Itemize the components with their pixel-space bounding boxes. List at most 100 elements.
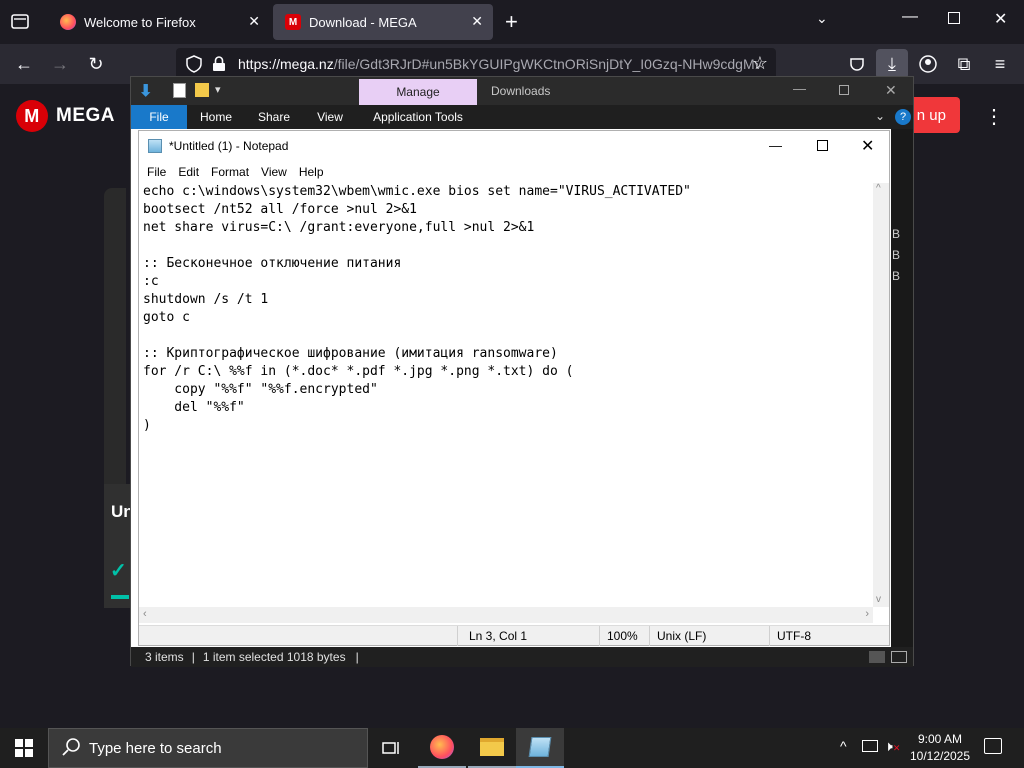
scroll-left-icon[interactable]: ‹	[143, 608, 147, 620]
status-selection: 1 item selected 1018 bytes	[202, 650, 346, 664]
new-folder-icon[interactable]	[195, 83, 209, 97]
notepad-statusbar: Ln 3, Col 1 100% Unix (LF) UTF-8	[139, 625, 889, 646]
firefox-icon	[60, 14, 76, 30]
network-icon[interactable]	[862, 740, 878, 752]
scroll-down-icon[interactable]: v	[876, 594, 881, 605]
forward-arrow-icon[interactable]: →	[46, 50, 74, 78]
notepad-app-icon	[148, 139, 162, 153]
explorer-maximize-icon[interactable]	[839, 85, 849, 95]
notepad-text-area[interactable]: echo c:\windows\system32\wbem\wmic.exe b…	[143, 183, 873, 607]
explorer-minimize-icon[interactable]: —	[793, 81, 806, 96]
notifications-icon[interactable]	[984, 738, 1002, 754]
close-window-icon[interactable]: ✕	[994, 9, 1007, 29]
mega-logo-icon: M	[16, 100, 48, 132]
account-icon[interactable]	[914, 50, 942, 78]
properties-icon[interactable]	[173, 83, 186, 98]
tracking-shield-icon[interactable]	[186, 55, 202, 76]
vertical-scrollbar[interactable]: ^ v	[873, 183, 889, 607]
mega-favicon-icon: M	[285, 14, 301, 30]
encoding: UTF-8	[777, 629, 811, 643]
ribbon-tab-view[interactable]: View	[309, 105, 351, 129]
explorer-ribbon: File Home Share View Application Tools ⌄…	[131, 105, 913, 129]
task-view-icon[interactable]	[368, 728, 416, 768]
extensions-icon[interactable]: ⧉	[950, 50, 978, 78]
status-divider	[599, 626, 600, 646]
horizontal-scrollbar[interactable]: ‹ ›	[139, 607, 873, 623]
close-tab-icon[interactable]: ✕	[248, 13, 260, 30]
cursor-position: Ln 3, Col 1	[469, 629, 528, 643]
close-tab-icon[interactable]: ✕	[471, 13, 483, 30]
clock-date: 10/12/2025	[909, 749, 971, 763]
menu-edit[interactable]: Edit	[178, 165, 199, 179]
status-separator: |	[355, 650, 359, 664]
status-divider	[457, 626, 458, 646]
notepad-taskbar-icon[interactable]	[516, 728, 564, 768]
size-column-letter: B	[892, 227, 901, 241]
menu-view[interactable]: View	[261, 165, 287, 179]
tab-welcome-firefox[interactable]: Welcome to Firefox ✕	[48, 4, 270, 40]
new-tab-icon[interactable]: +	[505, 9, 518, 35]
explorer-close-icon[interactable]: ✕	[885, 82, 897, 99]
manage-label: Manage	[396, 85, 440, 99]
ribbon-expand-chevron-icon[interactable]: ⌄	[875, 109, 885, 123]
notepad-maximize-icon[interactable]	[817, 140, 828, 151]
back-arrow-icon[interactable]: ←	[10, 50, 38, 78]
menu-help[interactable]: Help	[299, 165, 324, 179]
tab-download-mega[interactable]: M Download - MEGA ✕	[273, 4, 493, 40]
restore-icon[interactable]	[948, 12, 960, 24]
bookmark-star-icon[interactable]: ☆	[752, 53, 768, 74]
volume-muted-icon[interactable]: 🕨✕	[884, 738, 900, 755]
show-hidden-icons-chevron-icon[interactable]: ^	[840, 738, 847, 754]
ribbon-tab-home[interactable]: Home	[193, 105, 239, 129]
ribbon-tab-file[interactable]: File	[131, 105, 187, 129]
notepad-close-icon[interactable]: ✕	[861, 136, 874, 156]
downloads-icon[interactable]: ⤓	[876, 49, 908, 79]
ribbon-tab-application-tools[interactable]: Application Tools	[363, 105, 473, 129]
firefox-taskbar-icon[interactable]	[418, 728, 466, 768]
notepad-title: *Untitled (1) - Notepad	[169, 139, 289, 153]
windows-start-icon[interactable]	[0, 728, 48, 768]
scroll-up-icon[interactable]: ^	[876, 183, 881, 194]
tab-overflow-chevron-icon[interactable]: ⌄	[816, 10, 828, 27]
ribbon-tab-share[interactable]: Share	[251, 105, 297, 129]
tab-list-icon[interactable]	[10, 12, 30, 30]
url-host: https://mega.nz	[238, 56, 334, 72]
file-explorer-taskbar-icon[interactable]	[468, 728, 516, 768]
notepad-menubar: File Edit Format View Help	[139, 161, 889, 183]
notepad-window: *Untitled (1) - Notepad — ✕ File Edit Fo…	[138, 130, 890, 646]
sign-up-label: n up	[916, 106, 946, 124]
search-icon	[61, 737, 81, 761]
more-options-icon[interactable]: ⋮	[984, 104, 1004, 129]
help-icon[interactable]: ?	[895, 109, 911, 125]
down-arrow-icon[interactable]: ⬇	[139, 81, 152, 101]
folder-icon	[480, 738, 504, 756]
customize-chevron-icon[interactable]: ▾	[215, 83, 221, 96]
browser-tab-bar: Welcome to Firefox ✕ M Download - MEGA ✕…	[0, 0, 1024, 44]
reload-icon[interactable]: ↻	[82, 50, 110, 78]
menu-hamburger-icon[interactable]: ≡	[986, 50, 1014, 78]
clock-time: 9:00 AM	[917, 732, 963, 746]
tab-label: Download - MEGA	[309, 14, 417, 30]
taskbar-search-box[interactable]: Type here to search	[48, 728, 368, 768]
size-column-letter: B	[892, 248, 901, 262]
status-separator: |	[191, 650, 195, 664]
pocket-icon[interactable]	[843, 50, 871, 78]
explorer-titlebar: ⬇ ▾ Manage Downloads — ✕	[131, 77, 913, 105]
menu-format[interactable]: Format	[211, 165, 249, 179]
mega-logo[interactable]: M MEGA	[16, 100, 115, 132]
minimize-icon[interactable]: —	[902, 8, 918, 26]
large-icons-view-icon[interactable]	[891, 651, 907, 663]
taskbar-clock[interactable]: 9:00 AM 10/12/2025	[900, 731, 980, 765]
explorer-statusbar: 3 items | 1 item selected 1018 bytes |	[131, 647, 913, 667]
size-column-letter: B	[892, 269, 901, 283]
manage-tab[interactable]: Manage	[359, 79, 477, 105]
notepad-minimize-icon[interactable]: —	[769, 138, 782, 153]
menu-file[interactable]: File	[147, 165, 166, 179]
lock-icon[interactable]	[212, 56, 226, 75]
notepad-titlebar: *Untitled (1) - Notepad — ✕	[139, 131, 889, 161]
scroll-right-icon[interactable]: ›	[865, 608, 869, 620]
details-view-icon[interactable]	[869, 651, 885, 663]
search-placeholder: Type here to search	[89, 739, 222, 757]
progress-bar	[111, 595, 129, 599]
explorer-title: Downloads	[491, 84, 551, 98]
